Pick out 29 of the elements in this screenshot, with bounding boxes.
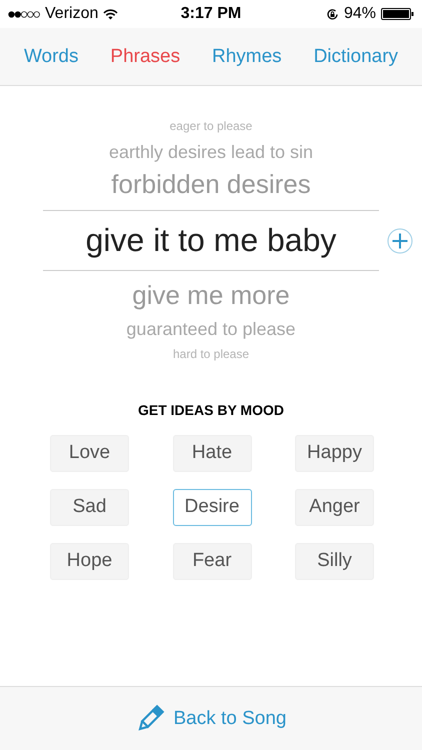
phrase-option[interactable]: give me more [132, 277, 290, 316]
mood-button[interactable]: Desire [172, 488, 252, 526]
mood-button[interactable]: Sad [50, 488, 129, 526]
mood-button[interactable]: Silly [295, 542, 374, 580]
tab[interactable]: Words [22, 42, 80, 72]
tab[interactable]: Rhymes [210, 42, 284, 72]
carrier-name: Verizon [45, 5, 98, 23]
tab[interactable]: Dictionary [312, 42, 400, 72]
phrase-option[interactable]: forbidden desires [111, 166, 311, 204]
wifi-icon [103, 8, 118, 20]
mood-button[interactable]: Fear [172, 542, 252, 580]
phrase-option[interactable]: guaranteed to please [126, 315, 296, 344]
phrase-option[interactable]: earthly desires lead to sin [108, 138, 314, 166]
battery-percent: 94% [344, 5, 376, 23]
mood-button[interactable]: Hate [172, 434, 252, 472]
rotation-lock-icon [326, 8, 339, 20]
add-icon[interactable] [387, 228, 413, 254]
phrase-option[interactable]: give it to me baby [43, 210, 379, 272]
mood-button[interactable]: Anger [295, 488, 374, 526]
phrase-option[interactable]: eager to please [170, 116, 252, 138]
mood-button[interactable]: Love [50, 434, 129, 472]
battery-icon [381, 8, 414, 20]
phrase-option[interactable]: hard to please [172, 344, 250, 366]
status-time: 3:17 PM [180, 5, 242, 23]
mood-button[interactable]: Hope [50, 542, 129, 580]
tab[interactable]: Phrases [108, 42, 182, 72]
signal-icon [8, 10, 40, 18]
mood-button[interactable]: Happy [295, 434, 374, 472]
section-heading: GET IDEAS BY MOOD [137, 402, 285, 418]
